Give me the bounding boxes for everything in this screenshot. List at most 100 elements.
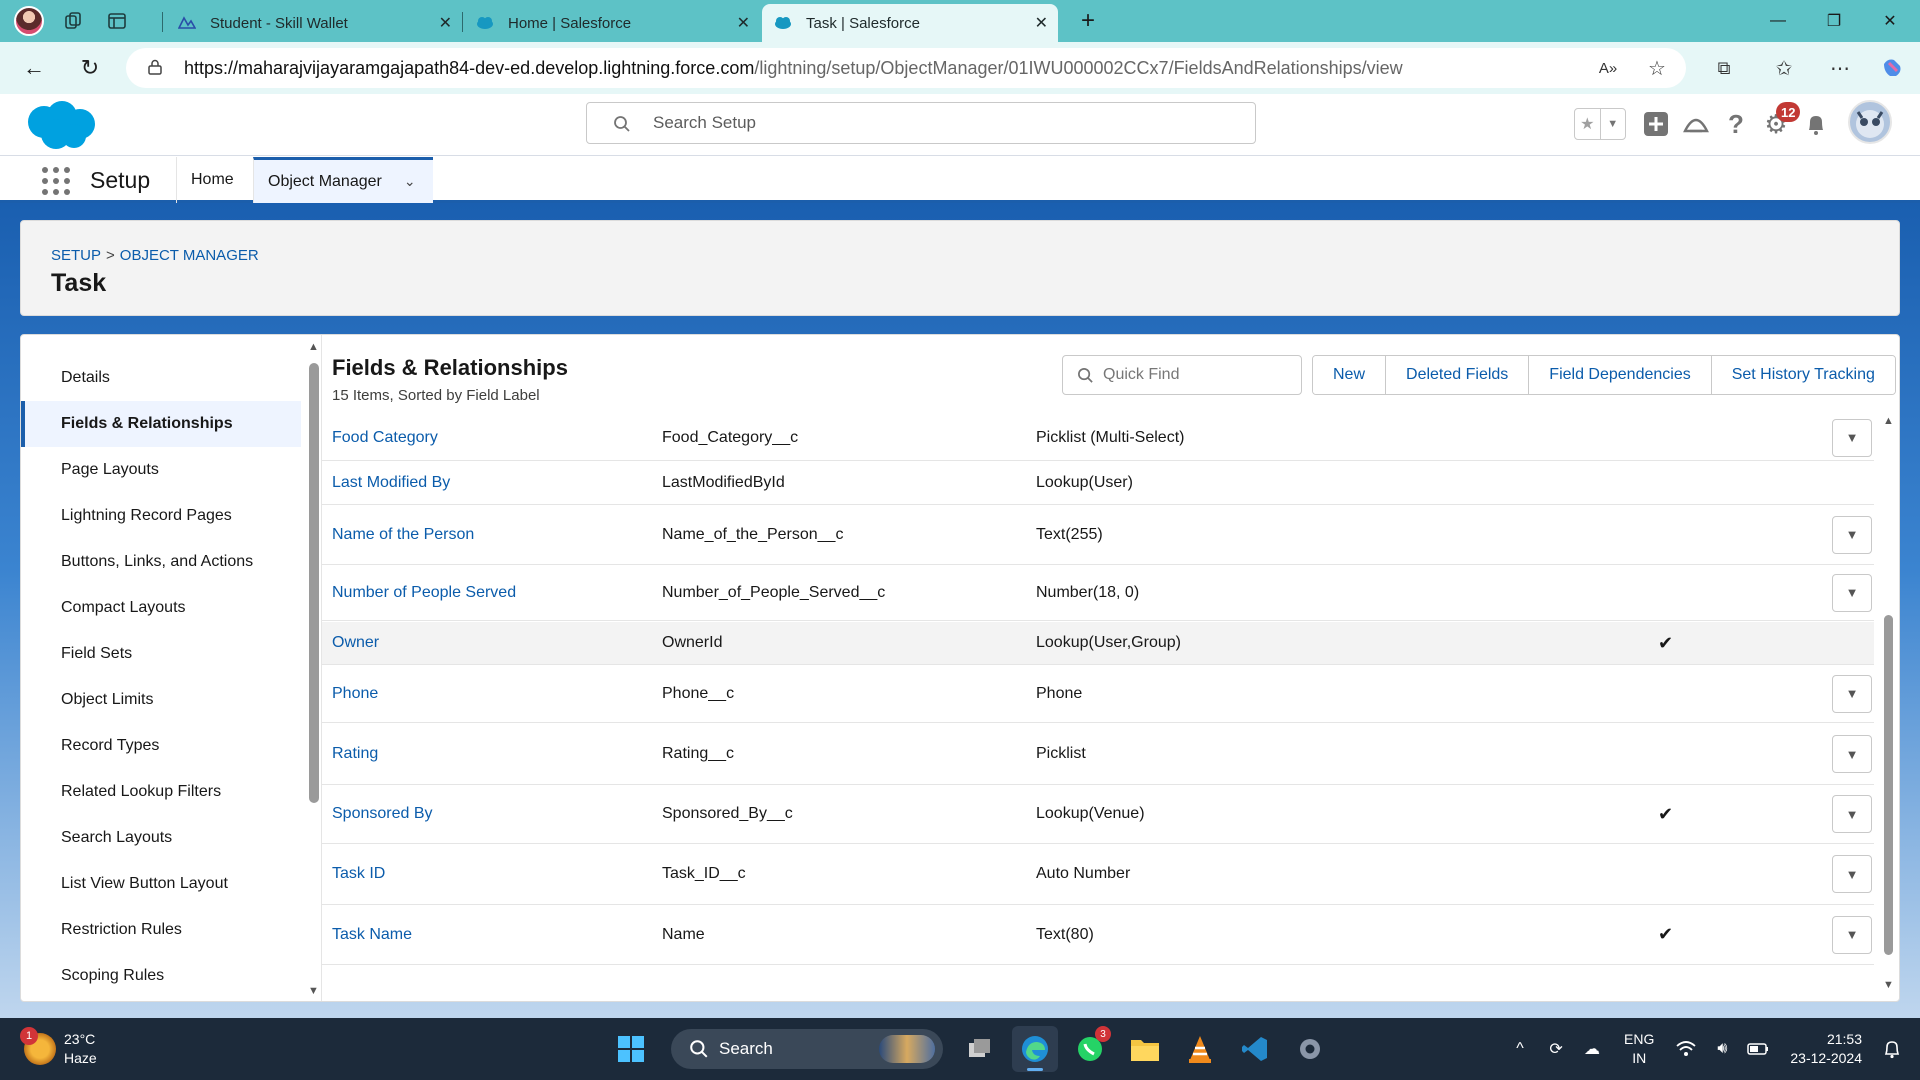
more-options-icon[interactable]: ⋯: [1824, 52, 1856, 84]
copilot-icon[interactable]: [1876, 52, 1908, 84]
clock[interactable]: 21:53 23-12-2024: [1790, 1030, 1862, 1068]
url-field[interactable]: https://maharajvijayaramgajapath84-dev-e…: [126, 48, 1686, 88]
profile-avatar[interactable]: [14, 6, 44, 36]
field-label-link[interactable]: Food Category: [332, 429, 438, 447]
extensions-icon[interactable]: ⧉: [1708, 52, 1740, 84]
field-label-link[interactable]: Phone: [332, 685, 378, 703]
task-view-icon[interactable]: [957, 1026, 1003, 1072]
deleted-fields-button[interactable]: Deleted Fields: [1385, 356, 1529, 394]
row-actions-dropdown-icon[interactable]: ▼: [1832, 573, 1872, 612]
sidebar-item-search-layouts[interactable]: Search Layouts: [21, 815, 301, 861]
sidebar-item-buttons-links-actions[interactable]: Buttons, Links, and Actions: [21, 539, 301, 585]
close-tab-icon[interactable]: ✕: [439, 13, 452, 33]
salesforce-logo-icon[interactable]: [22, 98, 98, 152]
sidebar-item-page-layouts[interactable]: Page Layouts: [21, 447, 301, 493]
whatsapp-icon[interactable]: 3: [1067, 1026, 1113, 1072]
browser-tab-skill-wallet[interactable]: Student - Skill Wallet ✕: [166, 4, 462, 42]
sidebar-item-related-lookup-filters[interactable]: Related Lookup Filters: [21, 769, 301, 815]
read-aloud-icon[interactable]: A»: [1592, 52, 1624, 84]
windows-start-icon[interactable]: [608, 1026, 654, 1072]
set-history-tracking-button[interactable]: Set History Tracking: [1710, 356, 1895, 394]
global-actions-icon[interactable]: [1640, 108, 1672, 140]
browser-tab-task-salesforce[interactable]: Task | Salesforce ✕: [762, 4, 1058, 42]
scroll-up-arrow-icon[interactable]: ▲: [1883, 415, 1894, 427]
refresh-icon[interactable]: ↻: [74, 52, 106, 84]
row-actions-dropdown-icon[interactable]: ▼: [1832, 915, 1872, 954]
scrollbar-thumb[interactable]: [1884, 615, 1893, 955]
restore-icon[interactable]: ❐: [1806, 0, 1862, 42]
file-explorer-icon[interactable]: [1122, 1026, 1168, 1072]
field-label-link[interactable]: Sponsored By: [332, 805, 433, 823]
sidebar-item-list-view-button-layout[interactable]: List View Button Layout: [21, 861, 301, 907]
breadcrumb-setup-link[interactable]: SETUP: [51, 247, 101, 264]
row-actions-dropdown-icon[interactable]: ▼: [1832, 855, 1872, 893]
scroll-down-arrow-icon[interactable]: ▼: [1883, 979, 1894, 991]
row-actions-dropdown-icon[interactable]: ▼: [1832, 795, 1872, 833]
row-actions-dropdown-icon[interactable]: ▼: [1832, 674, 1872, 713]
favorites-icon[interactable]: ✩: [1768, 52, 1800, 84]
close-tab-icon[interactable]: ✕: [1035, 13, 1048, 33]
sidebar-item-fields-relationships[interactable]: Fields & Relationships: [21, 401, 301, 447]
app-launcher-icon[interactable]: [40, 165, 70, 195]
field-label-link[interactable]: Owner: [332, 634, 379, 652]
sidebar-item-lightning-record-pages[interactable]: Lightning Record Pages: [21, 493, 301, 539]
favorites-star-icon[interactable]: ★: [1575, 109, 1600, 139]
chevron-down-icon[interactable]: ⌄: [404, 173, 416, 190]
favorites-button-group[interactable]: ★ ▼: [1574, 108, 1626, 140]
field-label-link[interactable]: Task Name: [332, 926, 412, 944]
sidebar-item-record-types[interactable]: Record Types: [21, 723, 301, 769]
wifi-icon[interactable]: [1668, 1031, 1704, 1067]
breadcrumb-object-manager-link[interactable]: OBJECT MANAGER: [120, 247, 259, 264]
scroll-down-arrow-icon[interactable]: ▼: [308, 985, 319, 997]
settings-icon[interactable]: [1287, 1026, 1333, 1072]
volume-icon[interactable]: 🔊︎: [1704, 1031, 1740, 1067]
nav-tab-object-manager[interactable]: Object Manager ⌄: [253, 157, 433, 203]
field-dependencies-button[interactable]: Field Dependencies: [1528, 356, 1711, 394]
row-actions-dropdown-icon[interactable]: ▼: [1832, 515, 1872, 554]
table-scrollbar[interactable]: ▲ ▼: [1878, 415, 1899, 995]
field-label-link[interactable]: Name of the Person: [332, 526, 474, 544]
notification-center-bell-icon[interactable]: [1874, 1031, 1910, 1067]
new-field-button[interactable]: New: [1313, 356, 1386, 394]
onedrive-cloud-icon[interactable]: ☁: [1574, 1031, 1610, 1067]
setup-search-input[interactable]: Search Setup: [586, 102, 1256, 144]
weather-widget[interactable]: 1 23°C Haze: [20, 1027, 97, 1068]
tab-actions-icon[interactable]: [102, 6, 132, 36]
sidebar-item-restriction-rules[interactable]: Restriction Rules: [21, 907, 301, 953]
row-actions-dropdown-icon[interactable]: ▼: [1832, 735, 1872, 773]
language-indicator[interactable]: ENG IN: [1624, 1030, 1654, 1068]
field-label-link[interactable]: Rating: [332, 745, 378, 763]
close-window-icon[interactable]: ✕: [1862, 0, 1918, 42]
back-icon[interactable]: ←: [18, 52, 50, 84]
nav-tab-home[interactable]: Home: [176, 157, 248, 203]
user-avatar[interactable]: [1848, 100, 1892, 144]
sync-icon[interactable]: ⟳: [1538, 1031, 1574, 1067]
row-actions-dropdown-icon[interactable]: ▼: [1832, 418, 1872, 457]
quick-find-input[interactable]: Quick Find: [1062, 355, 1302, 395]
taskbar-search[interactable]: Search: [671, 1029, 943, 1069]
minimize-icon[interactable]: —: [1750, 0, 1806, 42]
scrollbar-thumb[interactable]: [309, 363, 319, 803]
help-icon[interactable]: ?: [1720, 108, 1752, 140]
field-label-link[interactable]: Last Modified By: [332, 474, 450, 492]
field-label-link[interactable]: Task ID: [332, 865, 385, 883]
favorite-star-icon[interactable]: ☆: [1641, 52, 1673, 84]
field-label-link[interactable]: Number of People Served: [332, 584, 516, 602]
trailhead-icon[interactable]: [1680, 108, 1712, 140]
chevron-up-icon[interactable]: ^: [1502, 1031, 1538, 1067]
notifications-bell-icon[interactable]: [1800, 108, 1832, 140]
sidebar-item-field-sets[interactable]: Field Sets: [21, 631, 301, 677]
close-tab-icon[interactable]: ✕: [737, 13, 750, 33]
sidebar-item-object-limits[interactable]: Object Limits: [21, 677, 301, 723]
vscode-icon[interactable]: [1232, 1026, 1278, 1072]
workspaces-icon[interactable]: [58, 6, 88, 36]
sidebar-item-compact-layouts[interactable]: Compact Layouts: [21, 585, 301, 631]
sidebar-item-scoping-rules[interactable]: Scoping Rules: [21, 953, 301, 999]
vlc-icon[interactable]: [1177, 1026, 1223, 1072]
favorites-list-chevron-icon[interactable]: ▼: [1599, 109, 1626, 139]
new-tab-icon[interactable]: +: [1060, 0, 1116, 42]
edge-browser-icon[interactable]: [1012, 1026, 1058, 1072]
browser-tab-home-salesforce[interactable]: Home | Salesforce ✕: [464, 4, 760, 42]
battery-icon[interactable]: [1740, 1031, 1776, 1067]
sidebar-item-details[interactable]: Details: [21, 355, 301, 401]
